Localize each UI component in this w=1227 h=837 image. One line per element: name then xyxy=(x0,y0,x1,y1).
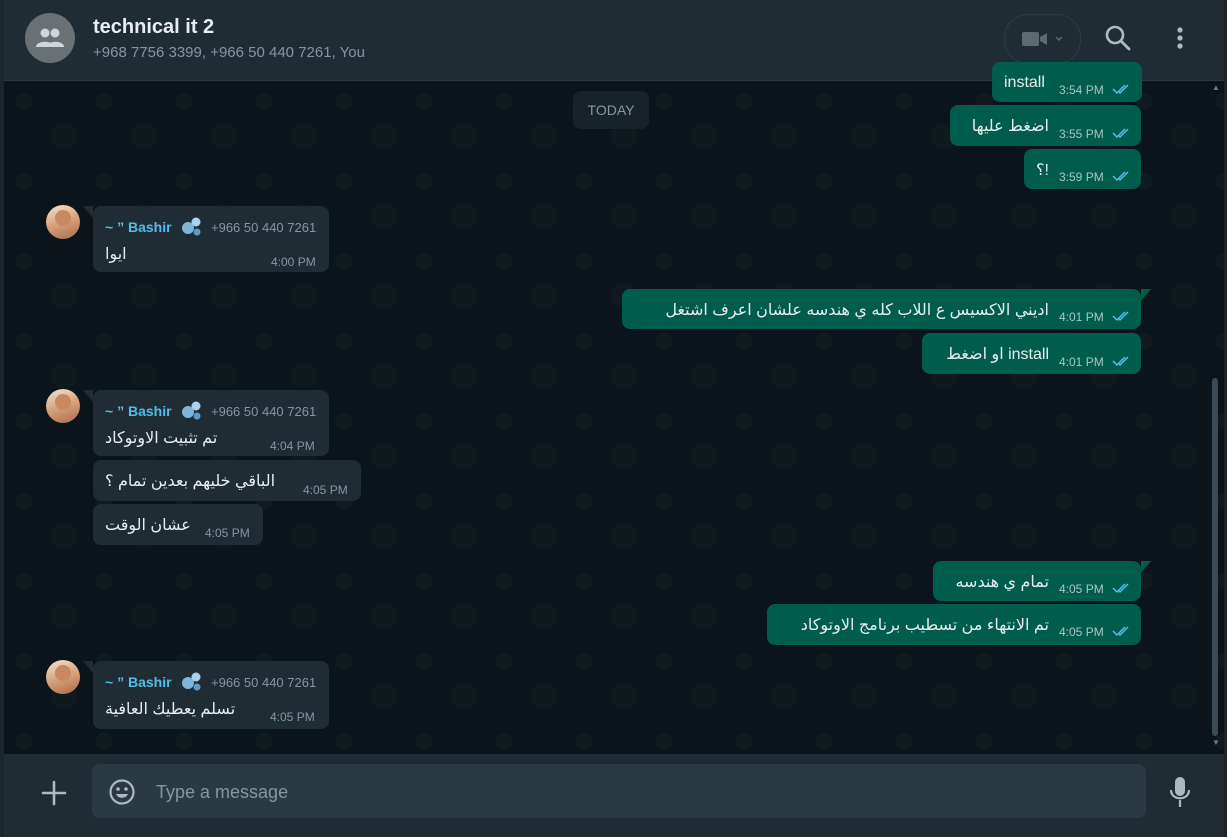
sender-name[interactable]: ~ ” Bashir xyxy=(105,674,172,690)
message-outgoing[interactable]: تم الانتهاء من تسطيب برنامج الاوتوكاد 4:… xyxy=(767,604,1141,645)
message-time: 3:59 PM xyxy=(1059,170,1104,184)
message-time: 4:00 PM xyxy=(271,255,316,269)
sender-phone: +966 50 440 7261 xyxy=(211,220,317,235)
message-incoming[interactable]: ~ ” Bashir +966 50 440 7261 تسلم يعطيك ا… xyxy=(93,661,329,729)
bubble-tail xyxy=(1141,561,1151,573)
message-outgoing[interactable]: اديني الاكسيس ع اللاب كله ي هندسه علشان … xyxy=(622,289,1141,329)
chevron-down-icon xyxy=(1055,36,1062,41)
bubble-tail xyxy=(83,206,93,218)
sender-name[interactable]: ~ ” Bashir xyxy=(105,219,172,235)
message-time: 4:01 PM xyxy=(1059,355,1104,369)
message-outgoing[interactable]: او اضغط install 4:01 PM xyxy=(922,333,1141,374)
microphone-icon[interactable] xyxy=(1169,776,1191,808)
message-time: 4:04 PM xyxy=(270,439,315,453)
message-input-container[interactable] xyxy=(92,764,1146,820)
scroll-down-arrow-icon[interactable]: ▼ xyxy=(1212,738,1220,747)
message-time: 4:01 PM xyxy=(1059,310,1104,324)
message-incoming[interactable]: ~ ” Bashir +966 50 440 7261 تم تثبيت الا… xyxy=(93,390,329,456)
video-call-button[interactable] xyxy=(1004,14,1081,64)
message-time: 3:55 PM xyxy=(1059,127,1104,141)
message-outgoing[interactable]: تمام ي هندسه 4:05 PM xyxy=(933,561,1141,601)
message-text: تم تثبيت الاوتوكاد xyxy=(105,430,218,447)
bubbles-emoji-icon xyxy=(182,672,201,691)
bubble-tail xyxy=(83,661,93,673)
avatar[interactable] xyxy=(46,205,80,239)
read-receipt-icon xyxy=(1112,311,1129,322)
read-receipt-icon xyxy=(1112,626,1129,637)
avatar[interactable] xyxy=(46,389,80,423)
menu-icon[interactable] xyxy=(1170,24,1190,52)
message-outgoing[interactable]: ؟! 3:59 PM xyxy=(1024,149,1141,189)
composer-bar xyxy=(4,754,1224,837)
message-text: install xyxy=(1004,74,1045,91)
message-text: او اضغط install xyxy=(946,346,1049,363)
group-avatar-icon[interactable] xyxy=(25,13,75,63)
bubbles-emoji-icon xyxy=(182,401,201,420)
read-receipt-icon xyxy=(1112,84,1129,95)
bubbles-emoji-icon xyxy=(182,217,201,236)
chat-participants[interactable]: +968 7756 3399, +966 50 440 7261, You xyxy=(93,44,365,61)
read-receipt-icon xyxy=(1112,128,1129,139)
sender-phone: +966 50 440 7261 xyxy=(211,675,317,690)
message-incoming[interactable]: ~ ” Bashir +966 50 440 7261 ايوا 4:00 PM xyxy=(93,206,329,272)
message-time: 4:05 PM xyxy=(303,483,348,497)
message-time: 3:54 PM xyxy=(1059,83,1104,97)
video-call-icon xyxy=(1021,32,1047,46)
message-text: الباقي خليهم بعدين تمام ؟ xyxy=(105,473,276,490)
message-text: تمام ي هندسه xyxy=(955,574,1049,591)
search-icon[interactable] xyxy=(1104,24,1132,52)
avatar[interactable] xyxy=(46,660,80,694)
message-text: ؟! xyxy=(1036,162,1049,179)
read-receipt-icon xyxy=(1112,583,1129,594)
message-input[interactable] xyxy=(154,764,1128,820)
message-text: اضغط عليها xyxy=(971,118,1049,135)
message-text: اديني الاكسيس ع اللاب كله ي هندسه علشان … xyxy=(665,302,1049,319)
message-time: 4:05 PM xyxy=(270,710,315,724)
sender-name[interactable]: ~ ” Bashir xyxy=(105,403,172,419)
read-receipt-icon xyxy=(1112,171,1129,182)
message-time: 4:05 PM xyxy=(1059,625,1104,639)
message-incoming[interactable]: الباقي خليهم بعدين تمام ؟ 4:05 PM xyxy=(93,460,361,501)
emoji-icon[interactable] xyxy=(108,778,136,806)
date-divider: TODAY xyxy=(573,91,649,129)
message-time: 4:05 PM xyxy=(1059,582,1104,596)
message-incoming[interactable]: عشان الوقت 4:05 PM xyxy=(93,504,263,545)
message-outgoing[interactable]: اضغط عليها 3:55 PM xyxy=(950,105,1141,146)
message-text: عشان الوقت xyxy=(105,517,191,534)
message-text: ايوا xyxy=(105,246,127,263)
plus-icon[interactable] xyxy=(40,779,68,807)
chat-title[interactable]: technical it 2 xyxy=(93,16,214,39)
read-receipt-icon xyxy=(1112,356,1129,367)
bubble-tail xyxy=(1141,289,1151,301)
scrollbar-thumb[interactable] xyxy=(1212,378,1218,736)
sender-phone: +966 50 440 7261 xyxy=(211,404,317,419)
message-outgoing[interactable]: install 3:54 PM xyxy=(992,62,1142,102)
message-time: 4:05 PM xyxy=(205,526,250,540)
message-text: تسلم يعطيك العافية xyxy=(105,701,236,718)
scroll-up-arrow-icon[interactable]: ▲ xyxy=(1212,83,1220,92)
message-text: تم الانتهاء من تسطيب برنامج الاوتوكاد xyxy=(800,617,1049,634)
bubble-tail xyxy=(83,390,93,402)
